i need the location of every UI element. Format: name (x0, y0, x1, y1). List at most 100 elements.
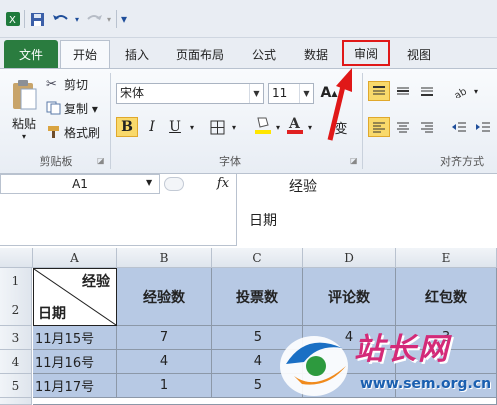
chevron-down-icon[interactable]: ▼ (249, 84, 263, 103)
align-bottom-button[interactable] (416, 81, 438, 101)
scissors-icon: ✂ (46, 76, 57, 92)
column-header-c[interactable]: C (212, 248, 303, 268)
header-cell-c[interactable]: 投票数 (212, 268, 303, 326)
cell-a5[interactable]: 11月17号 (33, 374, 117, 398)
select-all-corner[interactable] (0, 248, 33, 268)
cell-b5[interactable]: 1 (117, 374, 212, 398)
cell-a3[interactable]: 11月15号 (33, 326, 117, 350)
column-header-b[interactable]: B (117, 248, 212, 268)
cut-button[interactable]: ✂ 剪切 (46, 75, 106, 93)
tab-file[interactable]: 文件 (4, 40, 58, 68)
align-center-button[interactable] (392, 117, 414, 137)
format-painter-label: 格式刷 (64, 125, 101, 140)
tab-view[interactable]: 视图 (394, 40, 444, 68)
watermark-brand: 站长网 (354, 332, 450, 367)
format-painter-button[interactable]: 格式刷 (46, 123, 108, 141)
chevron-down-icon[interactable]: ▼ (299, 84, 313, 103)
tab-formulas[interactable]: 公式 (240, 40, 288, 68)
svg-text:X: X (9, 15, 16, 26)
dialog-launcher-icon[interactable]: ◪ (350, 156, 358, 165)
insert-function-button[interactable]: fx (210, 174, 236, 194)
orientation-dropdown[interactable]: ▾ (470, 81, 482, 101)
decrease-indent-button[interactable] (448, 117, 470, 137)
align-bottom-icon (421, 87, 433, 96)
formula-input[interactable]: 经验 日期 (236, 174, 497, 246)
tab-page-layout[interactable]: 页面布局 (164, 40, 236, 68)
align-right-icon (421, 122, 433, 133)
floppy-disk-icon (30, 12, 44, 26)
dialog-launcher-icon[interactable]: ◪ (97, 156, 105, 165)
bold-button[interactable]: B (116, 117, 138, 137)
redo-button[interactable] (84, 10, 104, 28)
cut-label: 剪切 (64, 77, 89, 92)
align-left-button[interactable] (368, 117, 390, 137)
undo-dropdown[interactable]: ▾ (72, 10, 82, 28)
header-cell-e[interactable]: 红包数 (396, 268, 497, 326)
copy-button[interactable]: 复制 ▾ (46, 99, 108, 117)
row-header-2[interactable]: 2 (0, 294, 32, 326)
row-header-1[interactable]: 1 (0, 268, 32, 294)
tab-review[interactable]: 审阅 (342, 40, 390, 66)
redo-icon (87, 15, 102, 20)
font-size-combo[interactable]: 11 ▼ (268, 83, 314, 104)
align-middle-button[interactable] (392, 81, 414, 101)
formula-line-2: 日期 (249, 213, 277, 229)
column-header-a[interactable]: A (33, 248, 117, 268)
decrease-indent-icon (452, 122, 466, 132)
formula-bar-handle[interactable] (164, 177, 184, 191)
font-name-combo[interactable]: 宋体 ▼ (116, 83, 264, 104)
font-color-button[interactable]: A (284, 115, 306, 135)
paintbrush-icon (48, 126, 59, 138)
column-header-e[interactable]: E (396, 248, 497, 268)
header-cell-d[interactable]: 评论数 (303, 268, 396, 326)
tab-insert[interactable]: 插入 (114, 40, 160, 68)
row-header-5[interactable]: 5 (0, 374, 32, 398)
italic-button[interactable]: I (141, 117, 163, 137)
name-box[interactable]: A1 (0, 174, 160, 194)
increase-indent-icon (476, 122, 490, 132)
cell-b4[interactable]: 4 (117, 350, 212, 374)
name-box-dropdown[interactable]: ▼ (146, 178, 152, 187)
align-top-button[interactable] (368, 81, 390, 101)
align-top-icon (373, 86, 385, 95)
orientation-button[interactable]: ab (450, 81, 472, 101)
align-right-button[interactable] (416, 117, 438, 137)
ribbon-home: 粘贴 ▾ ✂ 剪切 复制 ▾ 格式刷 剪贴板 ◪ 宋体 ▼ 11 ▼ A ▲ B … (0, 68, 497, 174)
borders-button[interactable] (206, 117, 228, 137)
a1-top-text: 经验 (82, 274, 110, 290)
underline-button[interactable]: U (164, 117, 186, 137)
row-header-6[interactable] (0, 398, 32, 405)
red-arrow-icon (327, 68, 352, 141)
svg-text:A: A (288, 116, 301, 132)
align-middle-icon (397, 87, 409, 95)
cell-a1-diagonal[interactable]: 经验 日期 (33, 268, 117, 326)
paint-bucket-icon (255, 117, 271, 134)
font-color-dropdown[interactable]: ▾ (304, 117, 316, 137)
column-header-d[interactable]: D (303, 248, 396, 268)
row-header-3[interactable]: 3 (0, 326, 32, 350)
cell-b3[interactable]: 7 (117, 326, 212, 350)
underline-dropdown[interactable]: ▾ (186, 117, 198, 137)
fill-color-button[interactable] (252, 115, 274, 135)
a1-bottom-text: 日期 (38, 306, 66, 322)
customize-toolbar-button[interactable]: ▾ (118, 10, 130, 28)
row-header-4[interactable]: 4 (0, 350, 32, 374)
redo-dropdown[interactable]: ▾ (104, 10, 114, 28)
font-color-icon: A (287, 116, 303, 134)
increase-indent-button[interactable] (472, 117, 494, 137)
watermark-logo-icon (280, 336, 348, 396)
undo-icon (53, 15, 68, 20)
tab-home[interactable]: 开始 (60, 40, 110, 68)
fill-color-dropdown[interactable]: ▾ (272, 117, 284, 137)
cell-a4[interactable]: 11月16号 (33, 350, 117, 374)
svg-text:ab: ab (453, 86, 469, 98)
header-cell-b[interactable]: 经验数 (117, 268, 212, 326)
font-name-value: 宋体 (120, 86, 145, 100)
quick-access-toolbar: X ▾ ▾ ▾ (0, 0, 497, 38)
paste-icon (13, 80, 37, 110)
paste-dropdown-icon: ▾ (21, 132, 26, 141)
paste-button[interactable]: 粘贴 ▾ (6, 73, 42, 147)
save-button[interactable] (28, 10, 46, 28)
undo-button[interactable] (50, 10, 72, 28)
borders-dropdown[interactable]: ▾ (228, 117, 240, 137)
